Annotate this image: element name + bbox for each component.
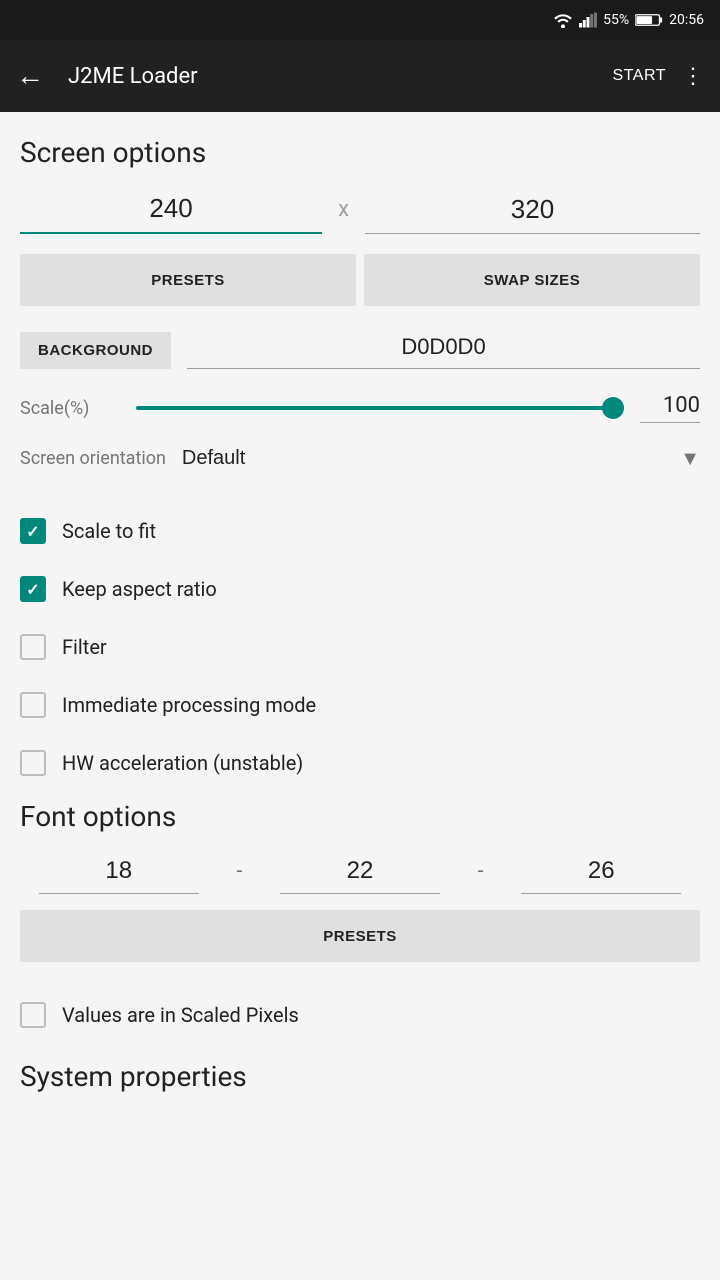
back-button[interactable]: ← xyxy=(16,60,44,92)
height-input[interactable] xyxy=(365,190,700,234)
scale-to-fit-label: Scale to fit xyxy=(62,519,156,543)
page-title: J2ME Loader xyxy=(68,64,613,89)
orientation-label: Screen orientation xyxy=(20,448,166,469)
size-separator: x xyxy=(338,197,349,222)
immediate-processing-item[interactable]: Immediate processing mode xyxy=(20,676,700,734)
scale-value: 100 xyxy=(640,393,700,423)
system-properties-section: System properties xyxy=(20,1060,700,1093)
orientation-select[interactable]: Default Portrait Landscape xyxy=(182,447,700,470)
keep-aspect-ratio-label: Keep aspect ratio xyxy=(62,577,217,601)
orientation-row: Screen orientation Default Portrait Land… xyxy=(20,447,700,478)
system-properties-title: System properties xyxy=(20,1060,700,1093)
keep-aspect-ratio-checkbox[interactable] xyxy=(20,576,46,602)
size-buttons-row: PRESETS SWAP SIZES xyxy=(20,254,700,306)
width-input-wrap xyxy=(20,189,322,234)
checkboxes-container: Scale to fit Keep aspect ratio Filter Im… xyxy=(20,502,700,792)
scale-row: Scale(%) 100 xyxy=(20,393,700,423)
filter-checkbox[interactable] xyxy=(20,634,46,660)
screen-options-title: Screen options xyxy=(20,136,700,169)
font-size-row: - - xyxy=(20,853,700,894)
scale-to-fit-item[interactable]: Scale to fit xyxy=(20,502,700,560)
time-display: 20:56 xyxy=(669,12,704,28)
font-options-section: Font options - - PRESETS Values are in S… xyxy=(20,800,700,1044)
background-button[interactable]: BACKGROUND xyxy=(20,332,171,369)
immediate-processing-label: Immediate processing mode xyxy=(62,693,316,717)
scale-slider[interactable] xyxy=(136,406,624,410)
signal-icon xyxy=(579,12,597,28)
scale-to-fit-checkbox[interactable] xyxy=(20,518,46,544)
immediate-processing-checkbox[interactable] xyxy=(20,692,46,718)
font-presets-button[interactable]: PRESETS xyxy=(20,910,700,962)
start-button[interactable]: START xyxy=(613,67,666,85)
font-options-title: Font options xyxy=(20,800,700,833)
background-color-input[interactable] xyxy=(187,330,700,369)
status-bar: 55% 20:56 xyxy=(0,0,720,40)
scaled-pixels-item[interactable]: Values are in Scaled Pixels xyxy=(20,986,700,1044)
battery-percent: 55% xyxy=(603,12,629,28)
filter-label: Filter xyxy=(62,635,107,659)
font-size-large[interactable] xyxy=(521,853,681,894)
font-dash-2: - xyxy=(478,859,484,884)
size-row: x xyxy=(20,189,700,234)
font-dash-1: - xyxy=(236,859,242,884)
filter-item[interactable]: Filter xyxy=(20,618,700,676)
scaled-pixels-label: Values are in Scaled Pixels xyxy=(62,1003,299,1027)
width-input[interactable] xyxy=(20,189,322,234)
wifi-icon xyxy=(553,12,573,28)
swap-sizes-button[interactable]: SWAP SIZES xyxy=(364,254,700,306)
keep-aspect-ratio-item[interactable]: Keep aspect ratio xyxy=(20,560,700,618)
hw-acceleration-checkbox[interactable] xyxy=(20,750,46,776)
hw-acceleration-label: HW acceleration (unstable) xyxy=(62,751,303,775)
status-icons: 55% 20:56 xyxy=(553,12,704,28)
battery-icon xyxy=(635,12,663,28)
top-bar: ← J2ME Loader START ⋮ xyxy=(0,40,720,112)
scale-label: Scale(%) xyxy=(20,398,120,419)
scaled-pixels-checkbox[interactable] xyxy=(20,1002,46,1028)
font-presets-row: PRESETS xyxy=(20,910,700,962)
font-size-small[interactable] xyxy=(39,853,199,894)
more-options-button[interactable]: ⋮ xyxy=(682,65,704,87)
hw-acceleration-item[interactable]: HW acceleration (unstable) xyxy=(20,734,700,792)
orientation-select-wrap[interactable]: Default Portrait Landscape ▼ xyxy=(182,447,700,470)
font-size-medium[interactable] xyxy=(280,853,440,894)
background-row: BACKGROUND xyxy=(20,330,700,369)
content-area: Screen options x PRESETS SWAP SIZES BACK… xyxy=(0,112,720,1129)
presets-button[interactable]: PRESETS xyxy=(20,254,356,306)
